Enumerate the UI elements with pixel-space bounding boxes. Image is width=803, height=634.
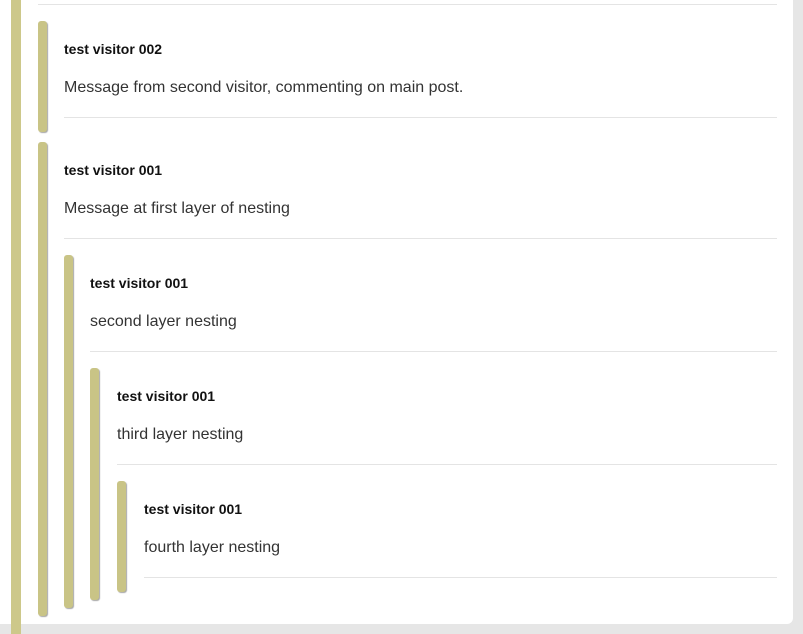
comment-author: test visitor 001 bbox=[117, 388, 216, 404]
comment-author: test visitor 001 bbox=[144, 501, 243, 517]
divider bbox=[64, 238, 777, 239]
divider bbox=[117, 464, 777, 465]
thread-bar bbox=[38, 142, 47, 616]
comment-author: test visitor 001 bbox=[64, 162, 163, 178]
thread-bar bbox=[38, 21, 47, 132]
comment-author: test visitor 002 bbox=[64, 41, 163, 57]
comment-text: Message at first layer of nesting bbox=[64, 200, 290, 217]
comment-text: fourth layer nesting bbox=[144, 539, 281, 556]
comment-author: test visitor 001 bbox=[90, 275, 189, 291]
divider bbox=[90, 351, 777, 352]
comment-text: third layer nesting bbox=[117, 426, 244, 443]
thread-bar bbox=[117, 481, 126, 592]
comment-text: Message from second visitor, commenting … bbox=[64, 79, 464, 96]
thread-bar bbox=[64, 255, 73, 608]
divider bbox=[38, 4, 777, 5]
divider bbox=[144, 577, 777, 578]
thread-bar-root bbox=[11, 0, 21, 634]
divider bbox=[64, 117, 777, 118]
comment-text: second layer nesting bbox=[90, 313, 237, 330]
thread-bar bbox=[90, 368, 99, 600]
